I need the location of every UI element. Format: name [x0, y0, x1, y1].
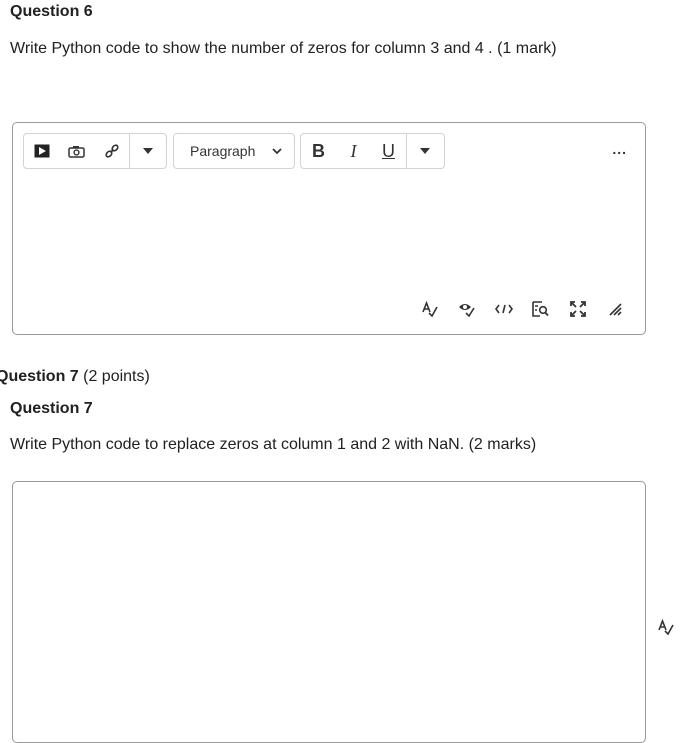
question-7-editor[interactable] [12, 481, 646, 743]
insert-stuff-button[interactable] [24, 134, 59, 168]
italic-icon: I [350, 140, 357, 161]
text-format-group: B I U [300, 133, 445, 169]
question-7-prompt: Write Python code to replace zeros at co… [10, 436, 537, 453]
insert-toolbar-group [23, 133, 167, 169]
insert-image-button[interactable] [59, 134, 94, 168]
question-6-editor[interactable]: Paragraph B I U ... [12, 122, 646, 335]
caret-down-icon [419, 148, 430, 154]
accessibility-check-button[interactable] [448, 297, 485, 321]
paragraph-format-group: Paragraph [173, 133, 295, 169]
spellcheck-icon [657, 619, 677, 635]
fullscreen-button[interactable] [559, 297, 596, 321]
caret-down-icon [142, 148, 153, 154]
source-code-button[interactable] [485, 297, 522, 321]
fullscreen-icon [569, 301, 586, 317]
question-6-heading: Question 6 [10, 3, 93, 20]
resize-handle[interactable] [596, 297, 633, 321]
preview-icon [532, 301, 549, 317]
question-7-title-label: Question 7 [0, 368, 79, 385]
more-actions-button[interactable]: ... [612, 141, 627, 157]
underline-icon: U [382, 140, 395, 161]
resize-handle-icon [608, 302, 622, 316]
format-more-button[interactable] [407, 134, 442, 168]
source-code-icon [494, 304, 513, 314]
question-6-text-area[interactable] [23, 179, 635, 289]
insert-link-button[interactable] [94, 134, 129, 168]
underline-button[interactable]: U [371, 134, 406, 168]
paragraph-format-select[interactable]: Paragraph [174, 143, 294, 159]
spellcheck-button[interactable] [657, 619, 677, 639]
bold-icon: B [312, 140, 325, 161]
spellcheck-icon [421, 301, 439, 317]
link-icon [104, 143, 120, 159]
italic-button[interactable]: I [336, 134, 371, 168]
question-7-points: (2 points) [78, 368, 150, 385]
insert-stuff-icon [34, 144, 50, 158]
preview-button[interactable] [522, 297, 559, 321]
question-6-prompt: Write Python code to show the number of … [10, 40, 557, 57]
accessibility-check-icon [458, 301, 476, 318]
bold-button[interactable]: B [301, 134, 336, 168]
editor-status-tools [411, 297, 633, 321]
question-7-title: Question 7 (2 points) [0, 368, 150, 386]
question-7-heading: Question 7 [10, 400, 93, 417]
insert-more-button[interactable] [130, 134, 165, 168]
camera-icon [68, 145, 85, 158]
spellcheck-button[interactable] [411, 297, 448, 321]
paragraph-format-label: Paragraph [190, 143, 256, 159]
chevron-down-icon [272, 147, 282, 155]
